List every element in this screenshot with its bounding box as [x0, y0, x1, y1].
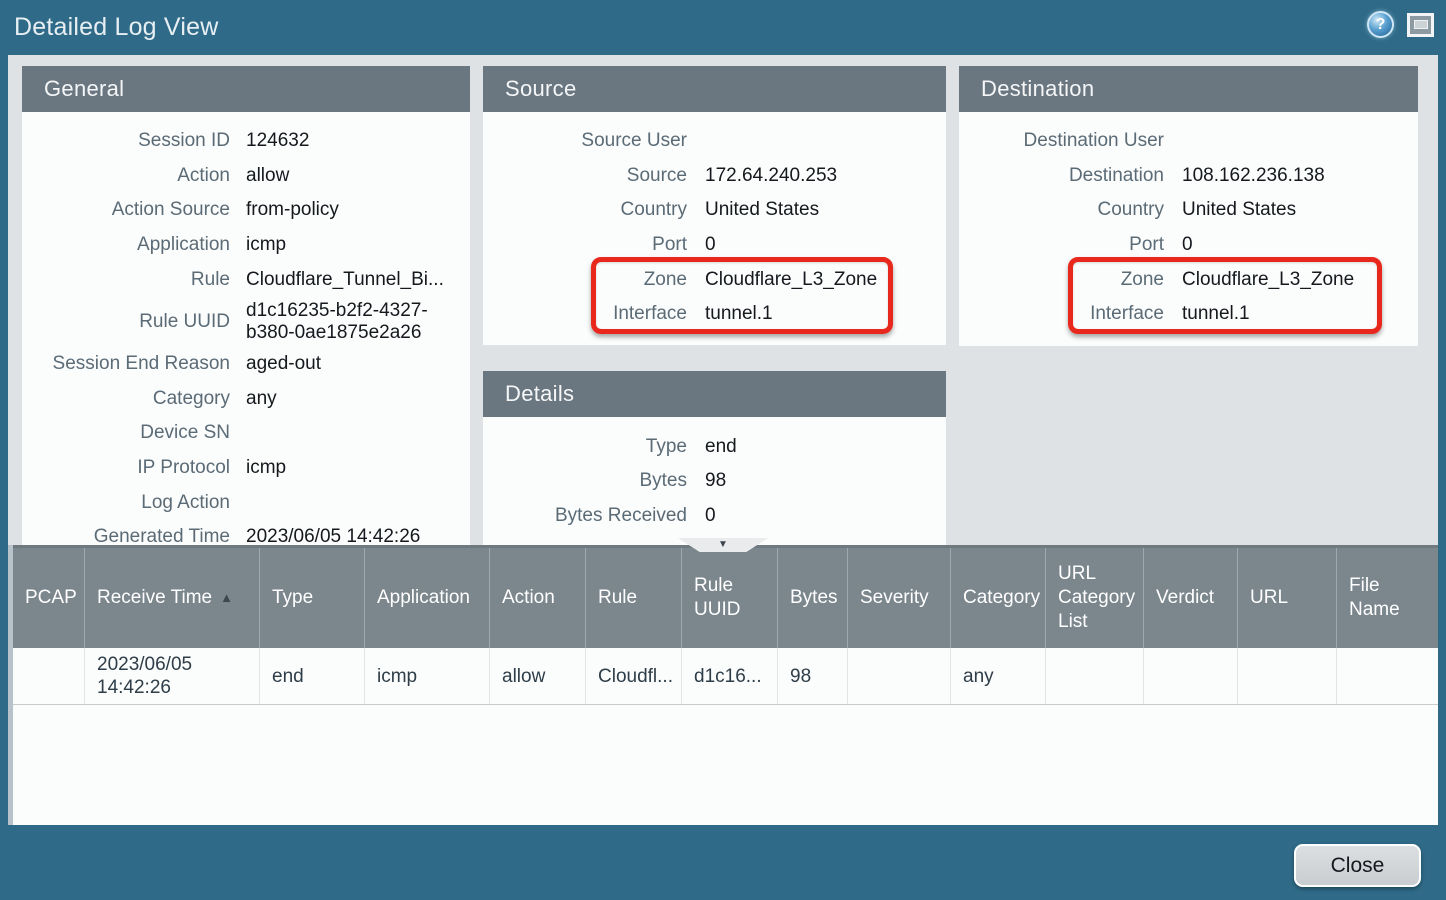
cell-severity — [848, 648, 951, 704]
general-panel-header: General — [22, 66, 470, 112]
cell-application: icmp — [365, 648, 490, 704]
field-row-source-port: Port 0 — [483, 228, 936, 263]
cell-bytes: 98 — [778, 648, 848, 704]
field-row-destination-country: Country United States — [959, 193, 1408, 228]
cell-receive-time: 2023/06/05 14:42:26 — [85, 648, 260, 704]
field-row-log-action: Log Action — [22, 485, 460, 520]
cell-rule-uuid: d1c16... — [682, 648, 778, 704]
cell-pcap — [13, 648, 85, 704]
destination-panel-header: Destination — [959, 66, 1418, 112]
field-row-destination-interface: Interface tunnel.1 — [959, 297, 1408, 332]
field-row-rule: Rule Cloudflare_Tunnel_Bi... — [22, 262, 460, 297]
cell-url — [1238, 648, 1337, 704]
field-row-destination-user: Destination User — [959, 124, 1408, 159]
details-panel: Details Type end Bytes 98 Bytes Received… — [483, 371, 946, 545]
destination-panel-body: Destination User Destination 108.162.236… — [959, 112, 1418, 344]
field-row-session-id: Session ID 124632 — [22, 124, 460, 159]
general-panel-body: Session ID 124632 Action allow Action So… — [22, 112, 470, 545]
column-header-bytes[interactable]: Bytes — [778, 548, 848, 648]
sort-ascending-icon: ▲ — [220, 586, 233, 610]
table-row[interactable]: 2023/06/05 14:42:26 end icmp allow Cloud… — [13, 648, 1438, 705]
column-header-category[interactable]: Category — [951, 548, 1046, 648]
cell-category: any — [951, 648, 1046, 704]
field-row-bytes-received: Bytes Received 0 — [483, 498, 936, 533]
cell-verdict — [1144, 648, 1238, 704]
field-row-source-user: Source User — [483, 124, 936, 159]
field-row-session-end-reason: Session End Reason aged-out — [22, 347, 460, 382]
source-panel-body: Source User Source 172.64.240.253 Countr… — [483, 112, 946, 344]
column-header-verdict[interactable]: Verdict — [1144, 548, 1238, 648]
field-row-action-source: Action Source from-policy — [22, 193, 460, 228]
field-row-destination-port: Port 0 — [959, 228, 1408, 263]
cell-file-name — [1337, 648, 1438, 704]
field-row-bytes: Bytes 98 — [483, 464, 936, 499]
column-header-rule-uuid[interactable]: Rule UUID — [682, 548, 778, 648]
help-icon[interactable]: ? — [1367, 11, 1394, 38]
field-row-rule-uuid: Rule UUID d1c16235-b2f2-4327-b380-0ae187… — [22, 297, 460, 347]
field-row-application: Application icmp — [22, 228, 460, 263]
dialog-footer: Close — [0, 825, 1446, 900]
general-panel: General Session ID 124632 Action allow A… — [22, 66, 470, 545]
chevron-down-icon: ▼ — [718, 540, 728, 550]
titlebar-icons: ? — [1367, 11, 1434, 38]
log-table: PCAP Receive Time ▲ Type Application Act… — [8, 545, 1438, 825]
window-restore-icon-inner — [1414, 20, 1428, 29]
field-row-destination-zone: Zone Cloudflare_L3_Zone — [959, 262, 1408, 297]
details-panel-header: Details — [483, 371, 946, 417]
dialog-title: Detailed Log View — [14, 13, 218, 42]
field-row-source: Source 172.64.240.253 — [483, 159, 936, 194]
field-row-destination: Destination 108.162.236.138 — [959, 159, 1408, 194]
column-header-action[interactable]: Action — [490, 548, 586, 648]
destination-panel: Destination Destination User Destination… — [959, 66, 1418, 346]
column-header-severity[interactable]: Severity — [848, 548, 951, 648]
field-row-ip-protocol: IP Protocol icmp — [22, 451, 460, 486]
column-header-url[interactable]: URL — [1238, 548, 1337, 648]
field-row-category: Category any — [22, 382, 460, 417]
source-panel-header: Source — [483, 66, 946, 112]
cell-url-category-list — [1046, 648, 1144, 704]
column-header-file-name[interactable]: File Name — [1337, 548, 1438, 648]
detail-panels-region: General Session ID 124632 Action allow A… — [8, 55, 1438, 545]
field-row-generated-time: Generated Time 2023/06/05 14:42:26 — [22, 520, 460, 545]
details-panel-body: Type end Bytes 98 Bytes Received 0 — [483, 417, 946, 545]
log-table-header: PCAP Receive Time ▲ Type Application Act… — [13, 545, 1438, 648]
field-row-source-interface: Interface tunnel.1 — [483, 297, 936, 332]
window-restore-icon[interactable] — [1407, 13, 1434, 37]
field-row-type: Type end — [483, 429, 936, 464]
close-button[interactable]: Close — [1294, 844, 1421, 887]
cell-action: allow — [490, 648, 586, 704]
column-header-pcap[interactable]: PCAP — [13, 548, 85, 648]
column-header-rule[interactable]: Rule — [586, 548, 682, 648]
column-header-url-category-list[interactable]: URL Category List — [1046, 548, 1144, 648]
column-header-application[interactable]: Application — [365, 548, 490, 648]
field-row-source-country: Country United States — [483, 193, 936, 228]
field-row-action: Action allow — [22, 159, 460, 194]
dialog-titlebar: Detailed Log View ? — [0, 0, 1446, 55]
source-panel: Source Source User Source 172.64.240.253… — [483, 66, 946, 345]
column-header-type[interactable]: Type — [260, 548, 365, 648]
field-row-source-zone: Zone Cloudflare_L3_Zone — [483, 262, 936, 297]
field-row-device-sn: Device SN — [22, 416, 460, 451]
cell-rule: Cloudfl... — [586, 648, 682, 704]
cell-type: end — [260, 648, 365, 704]
column-header-receive-time[interactable]: Receive Time ▲ — [85, 548, 260, 648]
